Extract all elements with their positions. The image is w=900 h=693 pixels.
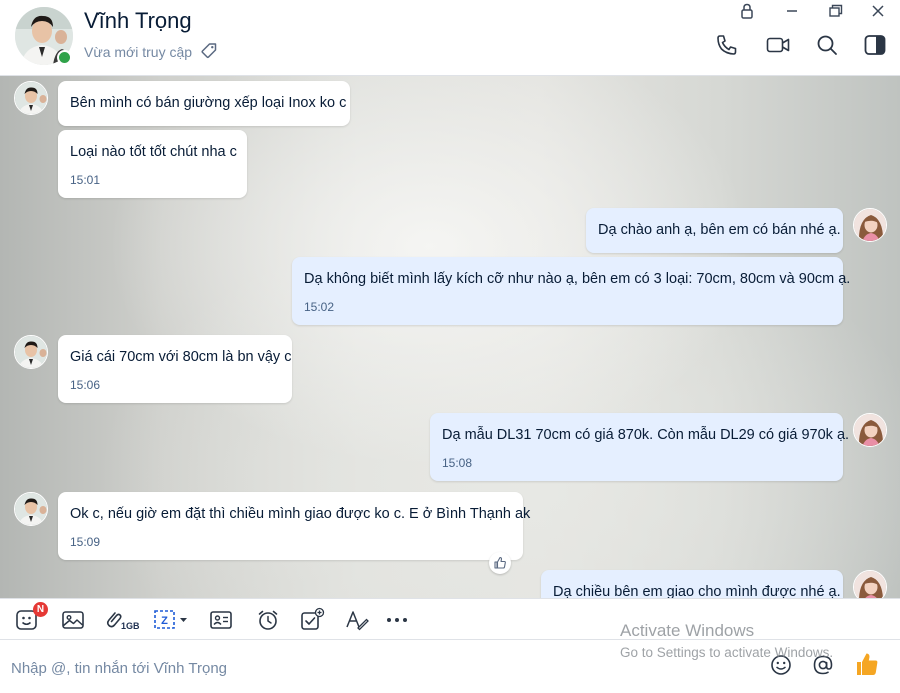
message-time: 15:08 <box>442 456 473 470</box>
message-time: 15:09 <box>70 535 101 549</box>
online-status-dot <box>57 50 72 65</box>
message-list[interactable]: Bên mình có bán giường xếp loại Inox ko … <box>0 76 900 598</box>
message-text: Dạ không biết mình lấy kích cỡ như nào ạ… <box>304 271 851 287</box>
my-avatar[interactable] <box>853 208 887 242</box>
message-text: Dạ chào anh ạ, bên em có bán nhé ạ. <box>598 222 841 238</box>
message-bubble-incoming[interactable]: Loại nào tốt tốt chút nha c 15:01 <box>58 130 247 198</box>
message-text: Bên mình có bán giường xếp loại Inox ko … <box>70 95 347 111</box>
activation-watermark-title: Activate Windows <box>620 621 755 640</box>
video-call-icon[interactable] <box>765 32 791 58</box>
message-text: Giá cái 70cm với 80cm là bn vậy c <box>70 349 292 365</box>
message-bubble-incoming[interactable]: Giá cái 70cm với 80cm là bn vậy c 15:06 <box>58 335 292 403</box>
conversation-info-icon[interactable] <box>862 32 888 58</box>
message-bubble-incoming[interactable]: Ok c, nếu giờ em đặt thì chiều mình giao… <box>58 492 530 560</box>
more-options-icon[interactable] <box>384 607 410 633</box>
message-bubble-incoming[interactable]: Bên mình có bán giường xếp loại Inox ko … <box>58 81 350 126</box>
message-text: Ok c, nếu giờ em đặt thì chiều mình giao… <box>70 506 531 522</box>
lock-icon[interactable] <box>737 2 757 20</box>
text-format-icon[interactable] <box>344 607 370 633</box>
sender-avatar[interactable] <box>14 335 48 369</box>
contact-status: Vừa mới truy cập <box>84 44 193 60</box>
message-time: 15:02 <box>304 300 335 314</box>
message-text: Loại nào tốt tốt chút nha c <box>70 144 237 160</box>
chat-header: Vĩnh Trọng Vừa mới truy cập <box>0 0 900 76</box>
message-text: Dạ chiều bên em giao cho mình được nhé ạ… <box>553 584 841 598</box>
new-badge: N <box>33 602 48 617</box>
image-icon[interactable] <box>60 607 86 633</box>
tag-icon[interactable] <box>200 42 218 60</box>
composer-toolbar: N 1GB Z <box>0 598 900 640</box>
screenshot-icon[interactable]: Z <box>152 607 192 633</box>
message-time: 15:01 <box>70 173 101 187</box>
message-bubble-outgoing[interactable]: Dạ chào anh ạ, bên em có bán nhé ạ. <box>586 208 843 253</box>
message-time: 15:06 <box>70 378 101 392</box>
search-icon[interactable] <box>814 32 840 58</box>
thumbs-up-icon <box>494 556 506 569</box>
message-text: Dạ mẫu DL31 70cm có giá 870k. Còn mẫu DL… <box>442 427 850 443</box>
message-bubble-outgoing[interactable]: Dạ không biết mình lấy kích cỡ như nào ạ… <box>292 257 850 325</box>
my-avatar[interactable] <box>853 413 887 447</box>
sender-avatar[interactable] <box>14 492 48 526</box>
voice-call-icon[interactable] <box>714 32 740 58</box>
message-bubble-outgoing[interactable]: Dạ chiều bên em giao cho mình được nhé ạ… <box>541 570 843 598</box>
contact-name[interactable]: Vĩnh Trọng <box>84 8 192 34</box>
task-assign-icon[interactable] <box>299 607 325 633</box>
minimize-icon[interactable] <box>782 2 802 20</box>
message-bubble-outgoing[interactable]: Dạ mẫu DL31 70cm có giá 870k. Còn mẫu DL… <box>430 413 849 481</box>
sender-avatar[interactable] <box>14 81 48 115</box>
contact-card-icon[interactable] <box>208 607 234 633</box>
reminder-alarm-icon[interactable] <box>255 607 281 633</box>
my-avatar[interactable] <box>853 570 887 598</box>
svg-text:Z: Z <box>161 615 168 627</box>
file-size-limit: 1GB <box>121 621 140 631</box>
close-icon[interactable] <box>868 2 888 20</box>
activation-watermark-subtitle: Go to Settings to activate Windows. <box>620 645 834 660</box>
restore-icon[interactable] <box>825 2 845 20</box>
quick-like-icon[interactable] <box>852 649 882 679</box>
react-like-button[interactable] <box>489 552 511 574</box>
